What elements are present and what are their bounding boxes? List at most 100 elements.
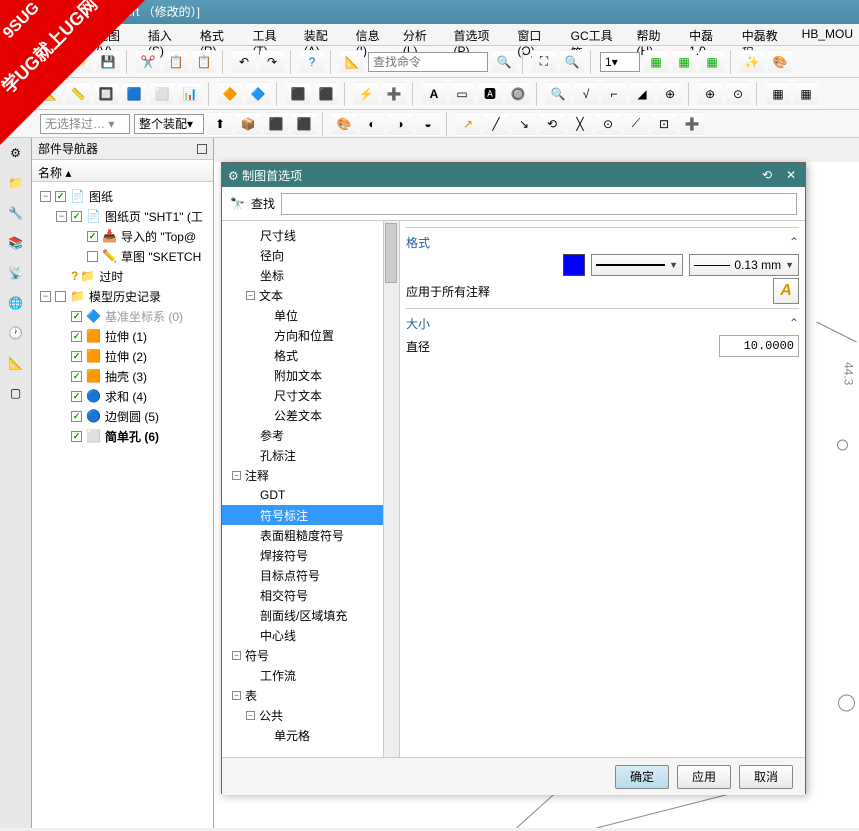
t3-6-icon[interactable]: ◐	[360, 112, 384, 136]
t3-10-icon[interactable]: ╱	[484, 112, 508, 136]
tree-node[interactable]: ✏️草图 "SKETCH	[32, 246, 213, 266]
filter-dropdown[interactable]: 无选择过… ▾	[40, 114, 130, 134]
menu-item[interactable]: 窗口(O)	[511, 24, 564, 45]
tree-node[interactable]: 🔷基准坐标系 (0)	[32, 306, 213, 326]
t3-14-icon[interactable]: ⊙	[596, 112, 620, 136]
dialog-tree-node[interactable]: 参考	[222, 425, 399, 445]
layer3-icon[interactable]: ▦	[700, 50, 724, 74]
help-icon[interactable]: ?	[300, 50, 324, 74]
text-A2-icon[interactable]: 🅰	[478, 82, 502, 106]
t2-3-icon[interactable]: 📏	[66, 82, 90, 106]
cancel-button[interactable]: 取消	[739, 765, 793, 789]
li8-icon[interactable]: ▢	[5, 382, 27, 404]
t2-20-icon[interactable]: ⌐	[602, 82, 626, 106]
t3-7-icon[interactable]: ◑	[388, 112, 412, 136]
tree-node[interactable]: −📄图纸	[32, 186, 213, 206]
menu-item[interactable]: HB_MOU	[796, 24, 859, 45]
menu-item[interactable]: 分析(L)	[397, 24, 448, 45]
t3-12-icon[interactable]: ⟲	[540, 112, 564, 136]
dialog-tree-node[interactable]: 坐标	[222, 265, 399, 285]
redo-icon[interactable]: ↷	[260, 50, 284, 74]
t2-11-icon[interactable]: ⬛	[314, 82, 338, 106]
view-zoom-icon[interactable]: 🔍	[560, 50, 584, 74]
linetype-dropdown[interactable]: ▼	[591, 254, 683, 276]
new-icon[interactable]: 📄	[40, 50, 64, 74]
linewidth-dropdown[interactable]: 0.13 mm▼	[689, 254, 799, 276]
history-icon[interactable]: 🕐	[5, 322, 27, 344]
t3-11-icon[interactable]: ↘	[512, 112, 536, 136]
menu-item[interactable]: 装配(A)	[298, 24, 350, 45]
refresh-icon[interactable]: ⟲	[759, 168, 775, 182]
command-search-input[interactable]	[368, 52, 488, 72]
dialog-tree-node[interactable]: 单位	[222, 305, 399, 325]
dialog-tree-node[interactable]: 径向	[222, 245, 399, 265]
number-dropdown[interactable]: 1 ▾	[600, 52, 640, 72]
dialog-tree-node[interactable]: 尺寸文本	[222, 385, 399, 405]
dialog-tree-node[interactable]: −表	[222, 685, 399, 705]
apply-all-button[interactable]: A	[773, 278, 799, 304]
t3-17-icon[interactable]: ➕	[680, 112, 704, 136]
open-icon[interactable]: 📂	[68, 50, 92, 74]
t2-9-icon[interactable]: 🔷	[246, 82, 270, 106]
t2-23-icon[interactable]: ⊕	[698, 82, 722, 106]
t2-21-icon[interactable]: ◢	[630, 82, 654, 106]
dialog-tree-node[interactable]: 相交符号	[222, 585, 399, 605]
menu-item[interactable]: 插入(S)	[142, 24, 194, 45]
t2-7-icon[interactable]: 📊	[178, 82, 202, 106]
menu-item[interactable]: 信息(I)	[350, 24, 397, 45]
dialog-tree-node[interactable]: 工作流	[222, 665, 399, 685]
t3-13-icon[interactable]: ╳	[568, 112, 592, 136]
tree-node[interactable]: 📥导入的 "Top@	[32, 226, 213, 246]
dialog-tree-node[interactable]: 附加文本	[222, 365, 399, 385]
dialog-tree-node[interactable]: 焊接符号	[222, 545, 399, 565]
li5-icon[interactable]: 🌐	[5, 292, 27, 314]
dialog-tree-node[interactable]: 公差文本	[222, 405, 399, 425]
copy-icon[interactable]: 📋	[164, 50, 188, 74]
t3-1-icon[interactable]: ⬆	[208, 112, 232, 136]
t2-24-icon[interactable]: ⊙	[726, 82, 750, 106]
dialog-tree-node[interactable]: 格式	[222, 345, 399, 365]
menu-item[interactable]: 中磊1.0	[683, 24, 736, 45]
t3-5-icon[interactable]: 🎨	[332, 112, 356, 136]
dialog-tree-node[interactable]: 剖面线/区域填充	[222, 605, 399, 625]
view-fit-icon[interactable]: ⛶	[532, 50, 556, 74]
apply-button[interactable]: 应用	[677, 765, 731, 789]
section-size[interactable]: 大小⌃	[406, 313, 799, 333]
menu-item[interactable]: 视图(V)	[90, 24, 142, 45]
t3-2-icon[interactable]: 📦	[236, 112, 260, 136]
menu-item[interactable]: 中磊教程	[736, 24, 796, 45]
palette-icon[interactable]: 🎨	[768, 50, 792, 74]
dialog-tree-node[interactable]: 表面粗糙度符号	[222, 525, 399, 545]
t2-26-icon[interactable]: ▦	[794, 82, 818, 106]
gear-icon[interactable]: ⚙	[5, 142, 27, 164]
dialog-tree-node[interactable]: −文本	[222, 285, 399, 305]
search-go-icon[interactable]: 🔍	[492, 50, 516, 74]
tree-node[interactable]: −📄图纸页 "SHT1" (工	[32, 206, 213, 226]
t2-2-icon[interactable]: 📐	[38, 82, 62, 106]
t3-4-icon[interactable]: ⬛	[292, 112, 316, 136]
menu-item[interactable]: 帮助(H)	[631, 24, 684, 45]
li2-icon[interactable]: 🔧	[5, 202, 27, 224]
tree-node[interactable]: 🟧拉伸 (1)	[32, 326, 213, 346]
dialog-search-input[interactable]	[281, 193, 797, 215]
assembly-dropdown[interactable]: 整个装配 ▾	[134, 114, 204, 134]
ok-button[interactable]: 确定	[615, 765, 669, 789]
dialog-tree[interactable]: 尺寸线径向坐标−文本单位方向和位置格式附加文本尺寸文本公差文本参考孔标注−注释G…	[222, 221, 400, 757]
tree-node[interactable]: 🔵边倒圆 (5)	[32, 406, 213, 426]
dialog-tree-node[interactable]: −公共	[222, 705, 399, 725]
tree-node[interactable]: ?📁过时	[32, 266, 213, 286]
dialog-tree-node[interactable]: 符号标注	[222, 505, 399, 525]
t2-15-icon[interactable]: ▭	[450, 82, 474, 106]
pin-icon[interactable]	[197, 144, 207, 154]
t2-25-icon[interactable]: ▦	[766, 82, 790, 106]
t3-3-icon[interactable]: ⬛	[264, 112, 288, 136]
cmd-icon[interactable]: 📐	[340, 50, 364, 74]
t2-22-icon[interactable]: ⊕	[658, 82, 682, 106]
close-icon[interactable]: ✕	[783, 168, 799, 182]
t2-5-icon[interactable]: 🟦	[122, 82, 146, 106]
tree-node[interactable]: ⬜简单孔 (6)	[32, 426, 213, 446]
menu-item[interactable]: 工具(T)	[246, 24, 297, 45]
color-picker[interactable]	[563, 254, 585, 276]
dialog-tree-node[interactable]: GDT	[222, 485, 399, 505]
layer2-icon[interactable]: ▦	[672, 50, 696, 74]
